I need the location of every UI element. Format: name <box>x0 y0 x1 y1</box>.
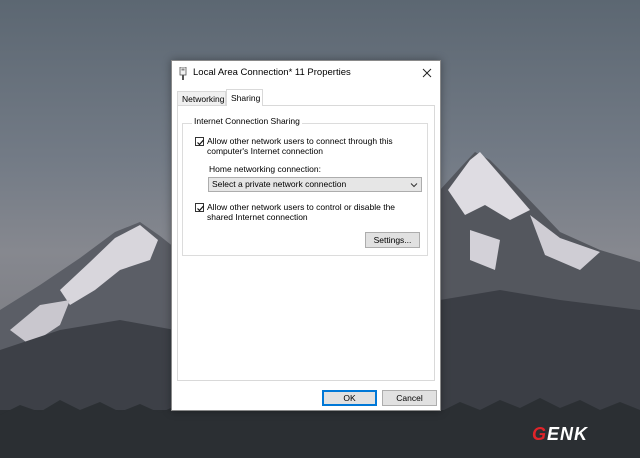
title-bar[interactable]: Local Area Connection* 11 Properties <box>172 61 440 85</box>
allow-control-label[interactable]: Allow other network users to control or … <box>207 202 417 222</box>
ok-button[interactable]: OK <box>322 390 377 406</box>
network-adapter-icon <box>179 66 187 80</box>
home-networking-select-value: Select a private network connection <box>212 179 347 189</box>
cancel-button[interactable]: Cancel <box>382 390 437 406</box>
tab-sharing[interactable]: Sharing <box>226 89 263 106</box>
allow-control-checkbox[interactable] <box>195 203 204 212</box>
settings-button[interactable]: Settings... <box>365 232 420 248</box>
checkmark-icon <box>197 139 204 146</box>
home-networking-label: Home networking connection: <box>209 164 321 174</box>
home-networking-select[interactable]: Select a private network connection <box>208 177 422 192</box>
properties-dialog: Local Area Connection* 11 Properties Net… <box>171 60 441 411</box>
tab-networking[interactable]: Networking <box>177 91 226 106</box>
close-button[interactable] <box>414 61 440 85</box>
allow-connect-checkbox[interactable] <box>195 137 204 146</box>
checkmark-icon <box>197 205 204 212</box>
genk-watermark-logo: GENK <box>532 424 589 444</box>
ics-group-label: Internet Connection Sharing <box>192 116 302 126</box>
allow-connect-label[interactable]: Allow other network users to connect thr… <box>207 136 417 156</box>
chevron-down-icon <box>410 183 418 188</box>
desktop-background: Local Area Connection* 11 Properties Net… <box>0 0 640 458</box>
dialog-title: Local Area Connection* 11 Properties <box>193 67 351 78</box>
close-icon <box>422 68 432 78</box>
